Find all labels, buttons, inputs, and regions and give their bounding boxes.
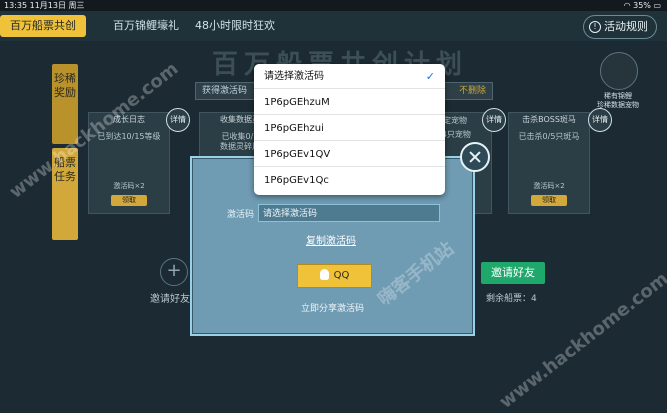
avatar-caption-line: 珍稀数据宠物 [597,101,639,109]
code-select[interactable]: 请选择激活码 [258,204,440,222]
rules-label: 活动规则 [604,20,648,33]
battery-icon: ▭ [653,1,661,10]
wifi-icon: ◠ [623,1,631,10]
share-now-text: 立即分享激活码 [301,304,365,314]
detail-button[interactable]: 详情 [166,108,190,132]
tab-koi-gift[interactable]: 百万锦鲤壕礼 [103,15,189,37]
top-tab-bar: 百万船票共创 百万锦鲤壕礼 48小时限时狂欢 ! 活动规则 [0,11,667,41]
remaining-tickets: 剩余船票：4 [486,294,537,304]
card-progress: 已击杀0/5只斑马 [518,132,580,141]
add-friend-icon[interactable]: + [160,258,188,286]
claim-button[interactable]: 领取 [111,195,147,206]
card-header: 击杀BOSS斑马 [522,115,576,124]
task-card-boss: 击杀BOSS斑马 已击杀0/5只斑马 激活码×2 领取 [508,112,590,214]
status-time: 13:35 [4,1,28,10]
close-icon[interactable] [460,142,490,172]
checkmark-icon: ✓ [425,70,435,83]
avatar-caption: 稀有锦鲤 珍稀数据宠物 [590,92,646,110]
claim-button[interactable]: 领取 [531,195,567,206]
info-strip-text: 获得激活码 [202,86,248,96]
qq-share-button[interactable]: QQ [297,264,372,288]
invite-friend-button[interactable]: 邀请好友 [481,262,545,284]
status-bar: 13:35 11月13日 周三 ◠ 35% ▭ [0,0,667,11]
qq-penguin-icon [319,269,329,280]
watermark: www.hackhome.com [495,268,667,413]
status-time-date: 13:35 11月13日 周三 [4,0,85,11]
dropdown-option[interactable]: 1P6pGEhzui [254,116,445,141]
qq-label: QQ [333,270,350,281]
avatar-caption-line: 稀有锦鲤 [604,92,632,100]
tab-48h-carnival[interactable]: 48小时限时狂欢 [185,15,285,37]
dropdown-option[interactable]: 1P6pGEv1QV [254,142,445,167]
dropdown-option[interactable]: 1P6pGEhzuM [254,90,445,115]
avatar[interactable] [600,52,638,90]
detail-button[interactable]: 详情 [482,108,506,132]
status-date: 11月13日 周三 [29,1,85,10]
detail-button[interactable]: 详情 [588,108,612,132]
card-reward: 激活码×2 [113,182,145,190]
rules-button[interactable]: ! 活动规则 [583,15,657,39]
option-label: 请选择激活码 [264,71,324,82]
info-icon: ! [589,21,601,33]
dropdown-option[interactable]: 请选择激活码 ✓ [254,64,445,89]
battery-indicator: ◠ 35% ▭ [624,0,661,11]
dropdown-option[interactable]: 1P6pGEv1Qc [254,168,445,193]
code-label: 激活码 [227,210,255,220]
copy-code-link[interactable]: 复制激活码 [306,232,356,247]
invite-friend-label: 邀请好友 [150,294,190,305]
card-reward: 激活码×2 [533,182,565,190]
code-dropdown-menu: 请选择激活码 ✓ 1P6pGEhzuM 1P6pGEhzui 1P6pGEv1Q… [254,64,445,195]
battery-percent: 35% [633,1,651,10]
tab-ticket-cocreate[interactable]: 百万船票共创 [0,15,86,37]
info-strip-end: 不删除 [458,86,486,96]
